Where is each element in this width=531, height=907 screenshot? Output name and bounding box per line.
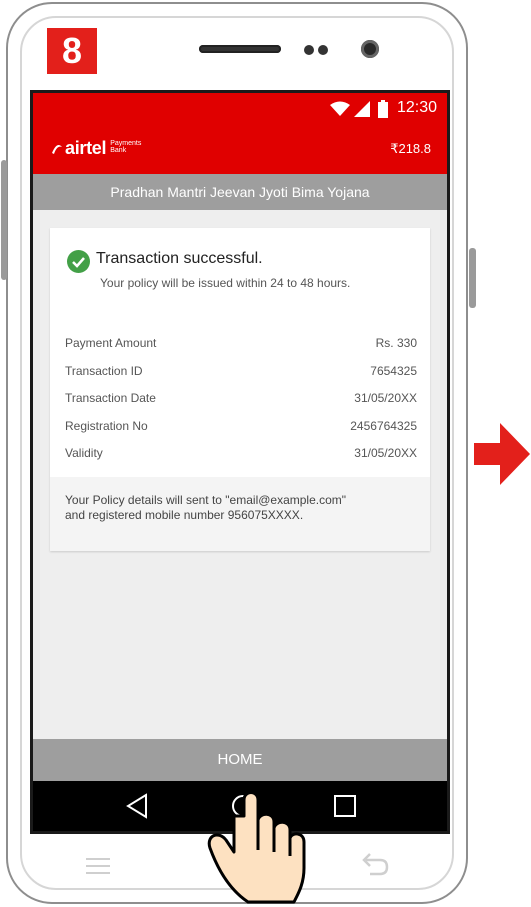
signal-icon [354, 101, 370, 117]
back-triangle-icon [126, 793, 147, 819]
status-time: 12:30 [396, 99, 437, 116]
detail-row-payment-amount: Payment Amount Rs. 330 [65, 336, 417, 350]
airtel-payments-bank-logo: airtel Payments Bank [51, 138, 150, 159]
step-number-badge: 8 [47, 28, 97, 74]
front-camera [361, 40, 379, 58]
proximity-sensor [304, 45, 314, 55]
phone-side-button-right [469, 248, 476, 308]
hardware-back-icon [362, 853, 389, 876]
status-bar: 12:30 [33, 93, 447, 125]
detail-label: Transaction ID [65, 364, 143, 378]
airtel-swirl-icon [52, 144, 62, 154]
nav-back-button[interactable] [115, 781, 159, 831]
page-title: Pradhan Mantri Jeevan Jyoti Bima Yojana [33, 174, 447, 210]
detail-row-transaction-date: Transaction Date 31/05/20XX [65, 391, 417, 405]
nav-recents-button[interactable] [323, 781, 367, 831]
note-line-2: and registered mobile number 956075XXXX. [65, 508, 304, 522]
detail-label: Registration No [65, 419, 148, 433]
detail-value: 31/05/20XX [354, 446, 417, 460]
detail-row-validity: Validity 31/05/20XX [65, 446, 417, 460]
transaction-receipt-card: Transaction successful. Your policy will… [50, 228, 430, 551]
hardware-menu-icon [86, 858, 110, 874]
next-step-arrow-icon [474, 423, 530, 485]
detail-row-transaction-id: Transaction ID 7654325 [65, 364, 417, 378]
logo-wordmark: airtel [65, 138, 107, 158]
tapping-hand-icon [207, 791, 306, 904]
wallet-balance: ₹218.8 [390, 141, 431, 156]
earpiece-speaker [199, 45, 281, 53]
phone-screen: 12:30 airtel Payments Bank ₹218.8 Pradha… [30, 90, 450, 834]
success-subtitle: Your policy will be issued within 24 to … [100, 276, 351, 290]
policy-delivery-note: Your Policy details will sent to "email@… [50, 477, 430, 551]
detail-value: Rs. 330 [375, 336, 417, 350]
light-sensor [318, 45, 328, 55]
main-content: Transaction successful. Your policy will… [33, 210, 447, 739]
wifi-icon [330, 101, 350, 116]
app-header: airtel Payments Bank ₹218.8 [33, 125, 447, 174]
check-circle-icon [67, 250, 90, 273]
detail-value: 7654325 [370, 364, 417, 378]
detail-value: 31/05/20XX [354, 391, 417, 405]
home-button[interactable]: HOME [33, 739, 447, 781]
success-title: Transaction successful. [96, 250, 263, 267]
detail-label: Transaction Date [65, 391, 156, 405]
recent-square-icon [334, 795, 356, 817]
detail-value: 2456764325 [350, 419, 417, 433]
logo-subtitle: Payments Bank [110, 139, 142, 154]
detail-label: Payment Amount [65, 336, 157, 350]
detail-label: Validity [65, 446, 103, 460]
detail-row-registration-no: Registration No 2456764325 [65, 419, 417, 433]
battery-icon [378, 100, 388, 118]
phone-side-button-left [1, 160, 7, 280]
note-line-1: Your Policy details will sent to "email@… [65, 493, 347, 507]
